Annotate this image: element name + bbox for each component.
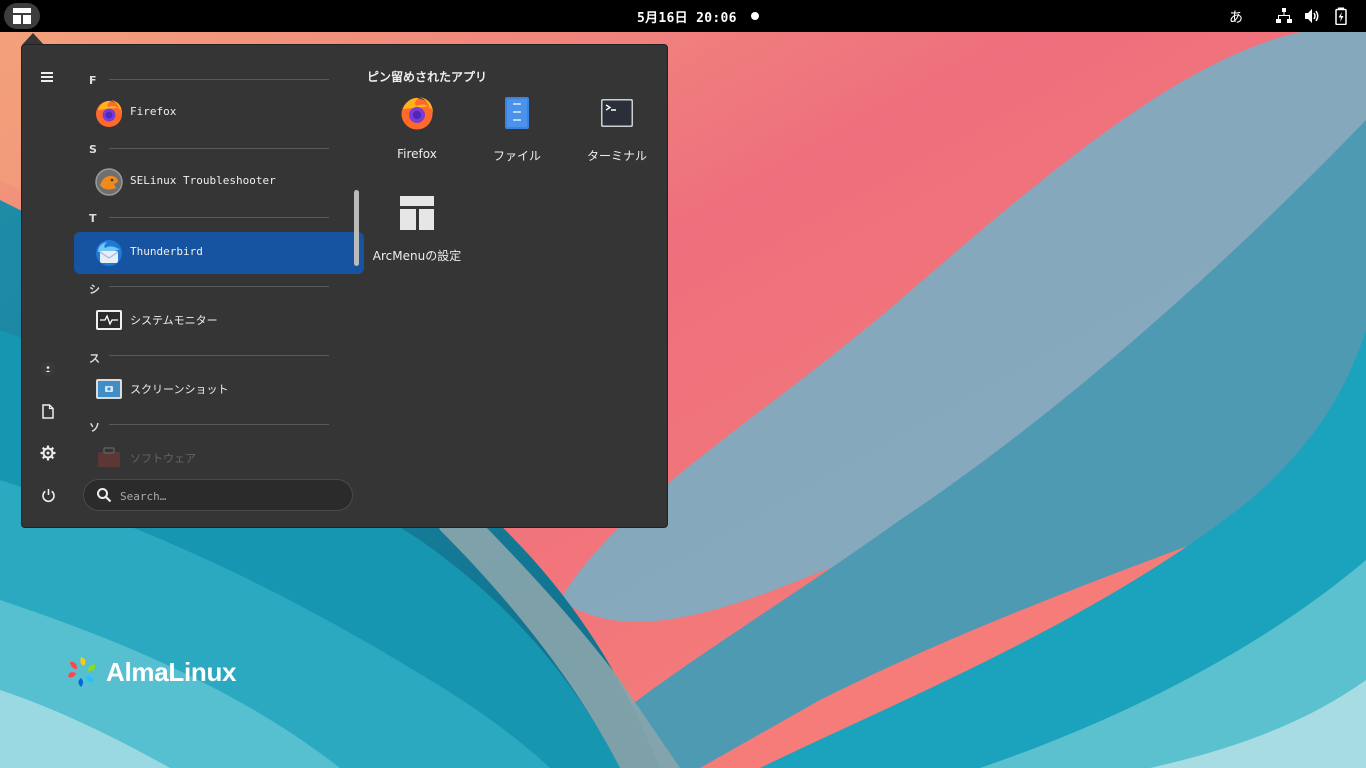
- battery-charging-icon[interactable]: [1332, 7, 1350, 25]
- pinned-apps-title: ピン留めされたアプリ: [367, 70, 488, 84]
- section-divider: [109, 148, 329, 149]
- thunderbird-icon: [96, 240, 122, 266]
- section-divider: [109, 217, 329, 218]
- section-divider: [109, 79, 329, 80]
- app-list-scrollbar[interactable]: [354, 190, 359, 266]
- app-label: Firefox: [130, 105, 177, 118]
- arcmenu-icon: [13, 8, 31, 24]
- almalinux-logo-icon: [68, 657, 96, 687]
- almalinux-logo-text: AlmaLinux: [106, 656, 237, 687]
- search-input[interactable]: [120, 486, 340, 506]
- app-label: Thunderbird: [130, 245, 203, 258]
- firefox-icon: [96, 100, 122, 127]
- app-item-software[interactable]: ソフトウェア: [74, 437, 364, 467]
- app-list[interactable]: F Firefox S SELinux Troubleshooter T Thu…: [74, 67, 364, 467]
- pinned-app-label: ファイル: [492, 149, 541, 163]
- selinux-icon: [95, 168, 123, 196]
- almalinux-logo: AlmaLinux: [64, 654, 237, 690]
- section-divider: [109, 355, 329, 356]
- section-header: S: [89, 143, 97, 156]
- section-divider: [109, 424, 329, 425]
- software-icon: [98, 447, 120, 467]
- documents-icon[interactable]: [37, 400, 59, 422]
- hamburger-icon[interactable]: [37, 66, 59, 88]
- app-item-screenshot[interactable]: スクリーンショット: [74, 368, 364, 410]
- user-avatar-icon[interactable]: [37, 358, 59, 380]
- section-header: ス: [89, 352, 100, 365]
- files-icon: [505, 97, 529, 129]
- system-monitor-icon: [96, 310, 122, 330]
- app-label: スクリーンショット: [130, 383, 229, 396]
- app-label: システムモニター: [130, 314, 218, 327]
- app-item-system-monitor[interactable]: システムモニター: [74, 299, 364, 341]
- arcmenu-button[interactable]: [4, 3, 40, 29]
- search-icon: [97, 488, 112, 503]
- terminal-icon: [601, 99, 633, 127]
- network-wired-icon[interactable]: [1275, 7, 1293, 25]
- section-header: F: [89, 74, 97, 87]
- settings-gear-icon[interactable]: [37, 442, 59, 464]
- section-divider: [109, 286, 329, 287]
- app-item-selinux-troubleshooter[interactable]: SELinux Troubleshooter: [74, 161, 364, 203]
- pinned-app-label: Firefox: [397, 147, 437, 161]
- app-label: ソフトウェア: [130, 452, 196, 465]
- section-header: T: [89, 212, 97, 225]
- search-box[interactable]: [83, 479, 353, 511]
- clock[interactable]: 5月16日 20:06: [637, 7, 737, 26]
- input-method-indicator[interactable]: あ: [1229, 7, 1243, 27]
- pinned-app-label: ターミナル: [586, 149, 647, 163]
- app-item-thunderbird[interactable]: Thunderbird: [74, 232, 364, 274]
- notification-dot: [751, 12, 759, 20]
- app-item-firefox[interactable]: Firefox: [74, 92, 364, 134]
- volume-icon[interactable]: [1303, 7, 1321, 25]
- power-icon[interactable]: [37, 484, 59, 506]
- pinned-app-terminal[interactable]: ターミナル: [569, 95, 665, 185]
- firefox-icon: [401, 97, 433, 130]
- arcmenu-settings-icon: [400, 196, 434, 230]
- arcmenu-panel: F Firefox S SELinux Troubleshooter T Thu…: [21, 44, 668, 528]
- pinned-app-firefox[interactable]: Firefox: [369, 95, 465, 185]
- pinned-app-label: ArcMenuの設定: [372, 249, 462, 263]
- app-label: SELinux Troubleshooter: [130, 174, 276, 187]
- screenshot-icon: [96, 379, 122, 399]
- pinned-app-files[interactable]: ファイル: [469, 95, 565, 185]
- pinned-app-arcmenu-settings[interactable]: ArcMenuの設定: [369, 195, 465, 285]
- section-header: シ: [89, 283, 100, 296]
- top-bar: 5月16日 20:06 あ: [0, 0, 1366, 32]
- section-header: ソ: [89, 421, 100, 434]
